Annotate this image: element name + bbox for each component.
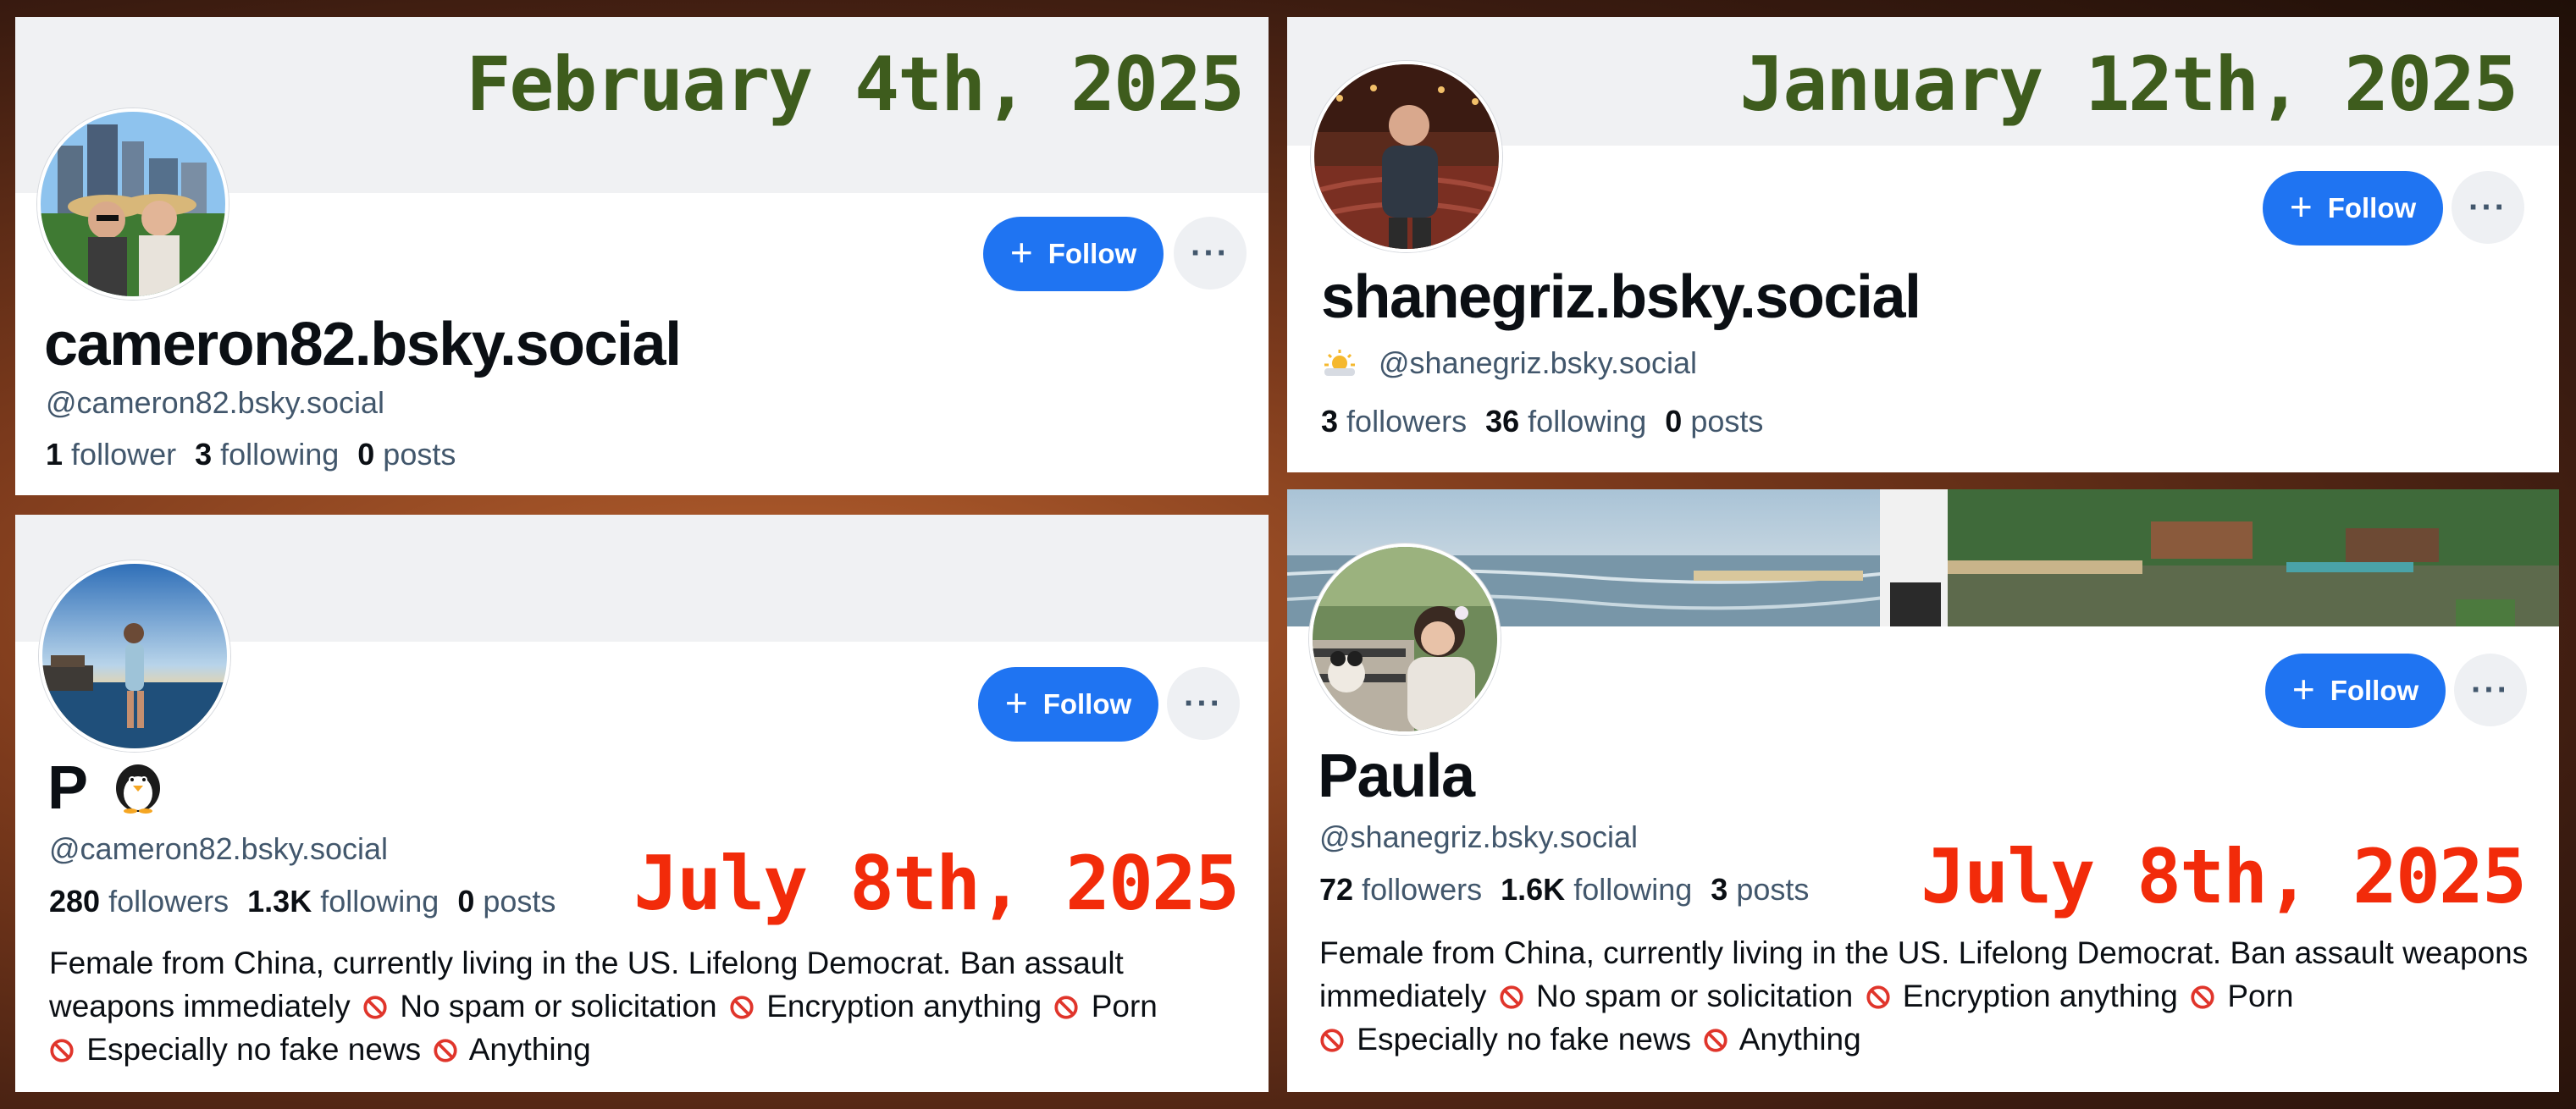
avatar[interactable]	[39, 560, 230, 752]
plus-icon: +	[2289, 185, 2313, 229]
no-entry-icon	[1053, 995, 1079, 1020]
profile-bio: Female from China, currently living in t…	[1319, 935, 2529, 1057]
handle[interactable]: @shanegriz.bsky.social	[1379, 345, 1697, 380]
profile-stats: 280 followers 1.3K following 0 posts	[49, 884, 556, 919]
screenshot-date: July 8th, 2025	[1921, 833, 2527, 920]
following-link[interactable]: 36 following	[1485, 404, 1646, 439]
profile-stats: 1 follower 3 following 0 posts	[46, 437, 456, 472]
display-name: shanegriz.bsky.social	[1321, 263, 1921, 331]
no-entry-icon	[49, 1038, 75, 1063]
penguin-emoji	[108, 759, 168, 828]
profile-bio: Female from China, currently living in t…	[49, 946, 1158, 1067]
no-entry-icon	[1319, 1028, 1345, 1053]
ellipsis-icon[interactable]: ···	[1167, 667, 1240, 740]
posts-count: 0 posts	[357, 437, 456, 472]
plus-icon: +	[1004, 681, 1028, 725]
profile-card-paula-july: + Follow ··· Paula @shanegriz.bsky.socia…	[1287, 489, 2559, 1092]
profile-stats: 3 followers 36 following 0 posts	[1321, 404, 1763, 439]
no-entry-icon	[1703, 1028, 1728, 1053]
followers-link[interactable]: 280 followers	[49, 884, 229, 919]
screenshot-date: July 8th, 2025	[633, 840, 1240, 927]
avatar[interactable]	[1311, 61, 1502, 252]
handle[interactable]: @shanegriz.bsky.social	[1319, 819, 1638, 855]
ellipsis-icon[interactable]: ···	[2454, 654, 2527, 726]
handle-row: @shanegriz.bsky.social	[1321, 345, 1697, 386]
plus-icon: +	[2291, 667, 2315, 711]
no-entry-icon	[1499, 985, 1524, 1010]
profile-card-cameron82-feb: February 4th, 2025 + Follow ··· cameron8…	[15, 17, 1269, 495]
display-name: P	[47, 754, 87, 822]
display-name: Paula	[1318, 742, 1475, 810]
profile-card-p-july: + Follow ··· P @cameron82.bsky.social 28…	[15, 515, 1269, 1092]
posts-count: 0 posts	[457, 884, 556, 919]
plus-icon: +	[1009, 230, 1033, 274]
ellipsis-icon[interactable]: ···	[2452, 171, 2524, 244]
following-link[interactable]: 1.3K following	[247, 884, 439, 919]
following-link[interactable]: 1.6K following	[1501, 872, 1692, 907]
screenshot-date: January 12th, 2025	[1739, 41, 2518, 128]
posts-count: 3 posts	[1711, 872, 1810, 907]
display-name-row: P	[47, 753, 168, 828]
follow-button[interactable]: + Follow	[2265, 654, 2446, 728]
no-entry-icon	[433, 1038, 458, 1063]
followers-link[interactable]: 3 followers	[1321, 404, 1467, 439]
display-name: cameron82.bsky.social	[44, 311, 682, 378]
no-entry-icon	[729, 995, 755, 1020]
profile-stats: 72 followers 1.6K following 3 posts	[1319, 872, 1809, 908]
followers-link[interactable]: 72 followers	[1319, 872, 1482, 907]
sun-cloud-emoji	[1321, 348, 1362, 386]
follow-button[interactable]: + Follow	[978, 667, 1158, 742]
no-entry-icon	[362, 995, 388, 1020]
follow-button[interactable]: + Follow	[983, 217, 1164, 291]
followers-link[interactable]: 1 follower	[46, 437, 176, 472]
no-entry-icon	[2190, 985, 2215, 1010]
posts-count: 0 posts	[1665, 404, 1764, 439]
no-entry-icon	[1866, 985, 1891, 1010]
avatar[interactable]	[37, 108, 229, 300]
screenshot-date: February 4th, 2025	[466, 41, 1245, 128]
ellipsis-icon[interactable]: ···	[1174, 217, 1247, 290]
avatar[interactable]	[1309, 543, 1501, 735]
profile-card-shanegriz-jan: January 12th, 2025 + Follow ··· shanegri…	[1287, 17, 2559, 472]
handle[interactable]: @cameron82.bsky.social	[46, 385, 384, 421]
follow-button[interactable]: + Follow	[2263, 171, 2443, 246]
following-link[interactable]: 3 following	[195, 437, 339, 472]
handle[interactable]: @cameron82.bsky.social	[49, 831, 388, 867]
